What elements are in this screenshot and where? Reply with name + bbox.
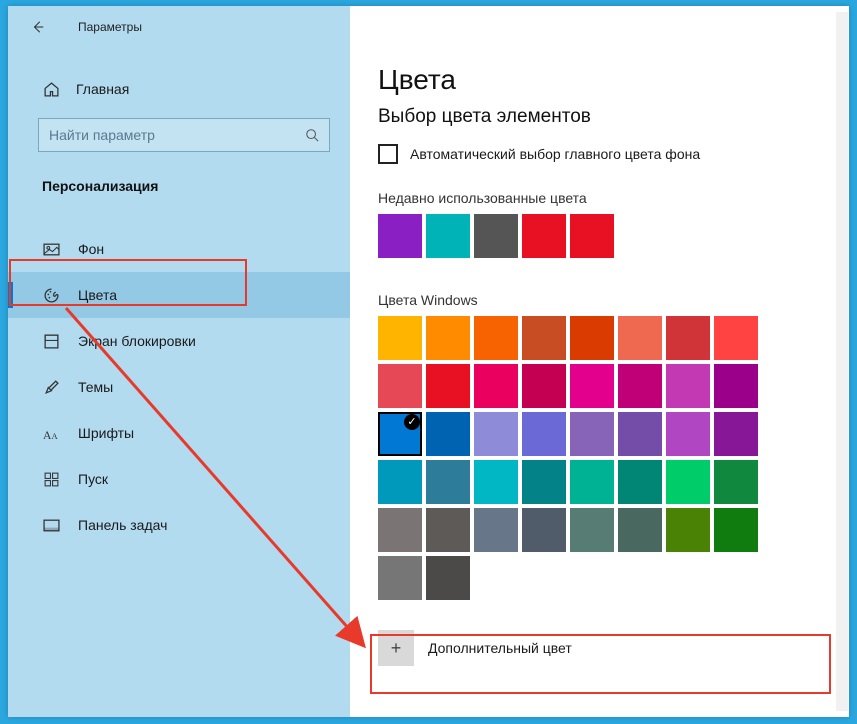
windows-color-swatch[interactable] — [570, 460, 614, 504]
auto-color-label: Автоматический выбор главного цвета фона — [410, 146, 700, 162]
windows-color-swatch[interactable] — [378, 508, 422, 552]
windows-color-swatch[interactable] — [570, 508, 614, 552]
windows-color-swatch[interactable] — [618, 508, 662, 552]
recent-color-swatch[interactable] — [522, 214, 566, 258]
windows-color-swatch[interactable] — [474, 316, 518, 360]
sidebar-item-label: Панель задач — [78, 517, 167, 533]
windows-colors-label: Цвета Windows — [378, 292, 839, 308]
sidebar-item-label: Цвета — [78, 287, 117, 303]
custom-color-label: Дополнительный цвет — [428, 640, 572, 656]
titlebar: Параметры — [8, 6, 350, 48]
windows-color-swatch[interactable] — [618, 316, 662, 360]
search-input[interactable] — [49, 127, 305, 143]
sidebar-item-label: Экран блокировки — [78, 333, 196, 349]
windows-color-swatch[interactable] — [570, 316, 614, 360]
check-icon: ✓ — [404, 414, 420, 430]
recent-color-swatch[interactable] — [426, 214, 470, 258]
windows-color-swatch[interactable] — [426, 556, 470, 600]
search-icon — [305, 128, 319, 142]
windows-color-swatch[interactable] — [666, 412, 710, 456]
home-button[interactable]: Главная — [8, 70, 350, 108]
windows-color-swatch[interactable] — [378, 460, 422, 504]
page-title: Цвета — [378, 64, 839, 96]
search-box[interactable] — [38, 118, 330, 152]
windows-color-swatch[interactable] — [426, 412, 470, 456]
back-button[interactable] — [20, 9, 56, 45]
windows-color-swatch[interactable] — [714, 460, 758, 504]
home-icon — [42, 80, 60, 98]
lockscreen-icon — [42, 332, 60, 350]
sidebar: Параметры Главная Персонализация Фон Цвет… — [8, 6, 350, 717]
windows-color-swatch[interactable] — [378, 316, 422, 360]
windows-color-swatch[interactable] — [570, 364, 614, 408]
windows-color-swatch[interactable] — [378, 556, 422, 600]
sidebar-item-picture[interactable]: Фон — [8, 226, 350, 272]
recent-colors-label: Недавно использованные цвета — [378, 190, 839, 206]
arrow-left-icon — [31, 20, 45, 34]
windows-color-swatch[interactable] — [474, 364, 518, 408]
windows-color-swatch[interactable] — [474, 460, 518, 504]
windows-color-swatch[interactable] — [714, 508, 758, 552]
start-icon — [42, 470, 60, 488]
checkbox-box-icon — [378, 144, 398, 164]
windows-color-swatch[interactable] — [666, 460, 710, 504]
settings-window: Параметры Главная Персонализация Фон Цвет… — [8, 6, 849, 717]
main-pane: Цвета Выбор цвета элементов Автоматическ… — [350, 6, 849, 717]
sidebar-item-label: Шрифты — [78, 425, 134, 441]
windows-color-swatch[interactable] — [618, 412, 662, 456]
scrollbar[interactable] — [836, 12, 848, 711]
recent-color-swatch[interactable] — [570, 214, 614, 258]
recent-color-swatch[interactable] — [378, 214, 422, 258]
sidebar-item-lockscreen[interactable]: Экран блокировки — [8, 318, 350, 364]
windows-color-swatch[interactable] — [618, 364, 662, 408]
recent-colors-row — [378, 214, 839, 258]
windows-color-swatch[interactable] — [426, 316, 470, 360]
windows-color-swatch[interactable] — [714, 364, 758, 408]
taskbar-icon — [42, 516, 60, 534]
sidebar-item-start[interactable]: Пуск — [8, 456, 350, 502]
windows-color-swatch[interactable] — [714, 412, 758, 456]
windows-color-swatch[interactable] — [666, 508, 710, 552]
svg-text:A: A — [51, 430, 58, 440]
auto-color-checkbox[interactable]: Автоматический выбор главного цвета фона — [378, 144, 839, 164]
windows-color-swatch[interactable]: ✓ — [378, 412, 422, 456]
sidebar-item-font[interactable]: AA Шрифты — [8, 410, 350, 456]
nav-list: Фон Цвета Экран блокировки Темы AA Шрифты Пуск… — [8, 226, 350, 548]
windows-color-swatch[interactable] — [522, 412, 566, 456]
windows-color-swatch[interactable] — [426, 460, 470, 504]
sidebar-item-label: Фон — [78, 241, 104, 257]
window-title: Параметры — [78, 20, 142, 34]
font-icon: AA — [42, 424, 60, 442]
windows-color-swatch[interactable] — [714, 316, 758, 360]
windows-color-swatch[interactable] — [522, 460, 566, 504]
windows-color-swatch[interactable] — [426, 364, 470, 408]
palette-icon — [42, 286, 60, 304]
windows-color-swatch[interactable] — [570, 412, 614, 456]
sidebar-item-palette[interactable]: Цвета — [8, 272, 350, 318]
windows-color-swatch[interactable] — [474, 412, 518, 456]
windows-color-swatch[interactable] — [426, 508, 470, 552]
windows-color-swatch[interactable] — [522, 316, 566, 360]
brush-icon — [42, 378, 60, 396]
windows-color-swatch[interactable] — [522, 364, 566, 408]
windows-color-swatch[interactable] — [474, 508, 518, 552]
windows-color-swatch[interactable] — [666, 316, 710, 360]
windows-color-swatch[interactable] — [618, 460, 662, 504]
category-heading: Персонализация — [8, 170, 350, 202]
sidebar-item-label: Пуск — [78, 471, 108, 487]
windows-color-swatch[interactable] — [378, 364, 422, 408]
sidebar-item-taskbar[interactable]: Панель задач — [8, 502, 350, 548]
windows-color-swatch[interactable] — [666, 364, 710, 408]
recent-color-swatch[interactable] — [474, 214, 518, 258]
sidebar-item-brush[interactable]: Темы — [8, 364, 350, 410]
windows-color-swatch[interactable] — [522, 508, 566, 552]
section-subheading: Выбор цвета элементов — [378, 106, 839, 128]
home-label: Главная — [76, 81, 129, 97]
picture-icon — [42, 240, 60, 258]
windows-colors-grid: ✓ — [378, 316, 839, 600]
plus-icon: + — [378, 630, 414, 666]
sidebar-item-label: Темы — [78, 379, 113, 395]
custom-color-button[interactable]: + Дополнительный цвет — [378, 624, 839, 672]
